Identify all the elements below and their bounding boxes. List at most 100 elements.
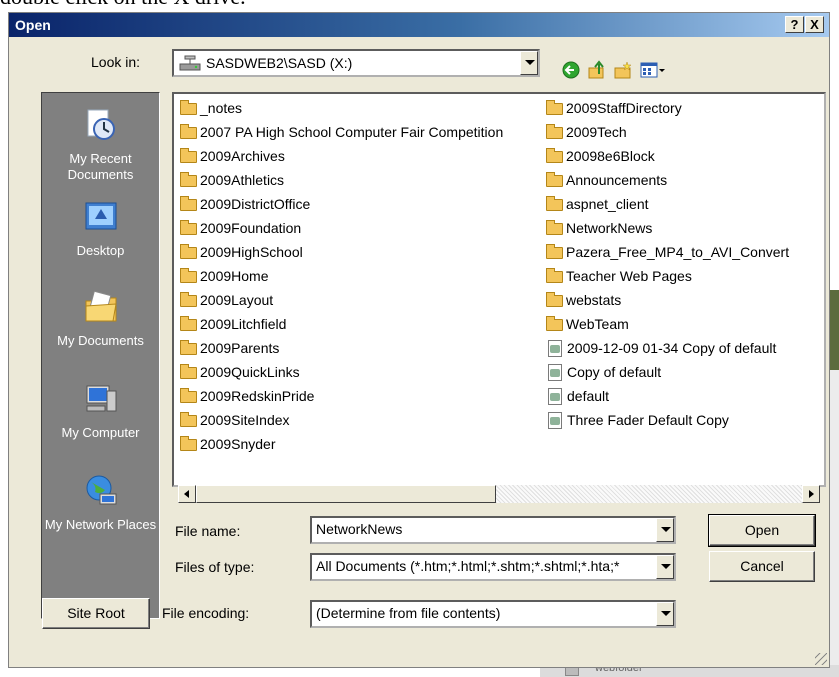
scroll-left-icon[interactable] bbox=[178, 485, 196, 503]
scrollbar-track[interactable] bbox=[496, 485, 802, 503]
list-item[interactable]: 2009SiteIndex bbox=[180, 410, 290, 430]
place-desktop[interactable]: Desktop bbox=[42, 199, 159, 259]
folder-icon bbox=[180, 388, 197, 403]
folder-icon bbox=[180, 316, 197, 331]
folder-icon bbox=[546, 220, 563, 235]
folder-icon bbox=[180, 340, 197, 355]
file-name-value: NetworkNews bbox=[316, 521, 403, 537]
folder-icon bbox=[180, 196, 197, 211]
file-encoding-value: (Determine from file contents) bbox=[316, 605, 501, 621]
up-folder-icon[interactable] bbox=[587, 60, 607, 80]
list-item[interactable]: Pazera_Free_MP4_to_AVI_Convert bbox=[546, 242, 822, 262]
place-label: My Network Places bbox=[44, 517, 157, 532]
horizontal-scrollbar[interactable] bbox=[178, 485, 820, 503]
place-label: Desktop bbox=[76, 243, 125, 258]
folder-icon bbox=[180, 244, 197, 259]
list-item[interactable]: WebTeam bbox=[546, 314, 629, 334]
list-item[interactable]: _notes bbox=[180, 98, 242, 118]
list-item[interactable]: webstats bbox=[546, 290, 621, 310]
list-item[interactable]: 20098e6Block bbox=[546, 146, 655, 166]
list-item[interactable]: 2009DistrictOffice bbox=[180, 194, 310, 214]
look-in-label: Look in: bbox=[91, 54, 141, 70]
list-item[interactable]: 2009RedskinPride bbox=[180, 386, 314, 406]
look-in-value: SASDWEB2\SASD (X:) bbox=[206, 55, 353, 71]
chevron-down-icon[interactable] bbox=[656, 518, 674, 542]
list-item[interactable]: 2009HighSchool bbox=[180, 242, 303, 262]
list-item[interactable]: 2009Archives bbox=[180, 146, 285, 166]
network-places-icon bbox=[86, 475, 116, 505]
list-item[interactable]: 2009QuickLinks bbox=[180, 362, 300, 382]
file-name-field[interactable]: NetworkNews bbox=[310, 516, 676, 544]
help-button[interactable]: ? bbox=[785, 16, 804, 33]
folder-icon bbox=[180, 268, 197, 283]
folder-icon bbox=[180, 292, 197, 307]
list-item[interactable]: NetworkNews bbox=[546, 218, 652, 238]
place-label: My Documents bbox=[57, 333, 144, 348]
list-item[interactable]: 2009Layout bbox=[180, 290, 273, 310]
folder-icon bbox=[180, 364, 197, 379]
file-encoding-dropdown[interactable]: (Determine from file contents) bbox=[310, 600, 676, 628]
html-document-icon bbox=[548, 364, 562, 381]
my-computer-icon bbox=[86, 385, 116, 412]
list-item[interactable]: 2009Snyder bbox=[180, 434, 276, 454]
desktop-icon bbox=[85, 202, 116, 230]
look-in-dropdown[interactable]: SASDWEB2\SASD (X:) bbox=[172, 49, 540, 77]
resize-grip[interactable] bbox=[815, 653, 827, 665]
dialog-title: Open bbox=[15, 17, 51, 33]
cancel-button[interactable]: Cancel bbox=[709, 551, 815, 582]
recent-documents-icon bbox=[87, 109, 115, 140]
list-item[interactable]: 2009Home bbox=[180, 266, 269, 286]
list-item[interactable]: 2009Litchfield bbox=[180, 314, 286, 334]
chevron-down-icon[interactable] bbox=[520, 51, 538, 75]
list-item[interactable]: 2009Foundation bbox=[180, 218, 301, 238]
folder-icon bbox=[546, 268, 563, 283]
folder-icon bbox=[546, 316, 563, 331]
list-item[interactable]: Announcements bbox=[546, 170, 667, 190]
my-documents-icon bbox=[85, 290, 117, 322]
close-button[interactable]: X bbox=[805, 16, 824, 33]
place-my-documents[interactable]: My Documents bbox=[42, 289, 159, 349]
chevron-down-icon[interactable] bbox=[656, 555, 674, 579]
place-my-recent-documents[interactable]: My Recent Documents bbox=[42, 107, 159, 183]
list-item[interactable]: Copy of default bbox=[546, 362, 661, 382]
file-name-label: File name: bbox=[175, 523, 241, 539]
list-item[interactable]: 2009StaffDirectory bbox=[546, 98, 682, 118]
list-item[interactable]: 2007 PA High School Computer Fair Compet… bbox=[180, 122, 503, 142]
folder-icon bbox=[546, 148, 563, 163]
open-button[interactable]: Open bbox=[708, 514, 816, 547]
html-document-icon bbox=[548, 412, 562, 429]
folder-icon bbox=[180, 124, 197, 139]
file-encoding-label: File encoding: bbox=[162, 605, 250, 621]
back-icon[interactable] bbox=[561, 60, 581, 80]
scroll-right-icon[interactable] bbox=[802, 485, 820, 503]
new-folder-icon[interactable] bbox=[613, 60, 633, 80]
list-item[interactable]: Teacher Web Pages bbox=[546, 266, 692, 286]
scrollbar-thumb[interactable] bbox=[196, 485, 496, 503]
folder-icon bbox=[180, 172, 197, 187]
place-my-network-places[interactable]: My Network Places bbox=[42, 473, 159, 533]
html-document-icon bbox=[548, 388, 562, 405]
place-label: My Computer bbox=[61, 425, 140, 440]
list-item[interactable]: 2009Athletics bbox=[180, 170, 284, 190]
title-bar[interactable]: Open ? X bbox=[9, 13, 829, 37]
files-of-type-dropdown[interactable]: All Documents (*.htm;*.html;*.shtm;*.sht… bbox=[310, 553, 676, 581]
place-my-computer[interactable]: My Computer bbox=[42, 381, 159, 441]
view-menu-icon[interactable] bbox=[639, 60, 667, 80]
folder-icon bbox=[546, 196, 563, 211]
places-bar: My Recent Documents Desktop My Documents bbox=[41, 92, 160, 619]
chevron-down-icon[interactable] bbox=[656, 602, 674, 626]
file-list[interactable]: _notes 2007 PA High School Computer Fair… bbox=[172, 92, 826, 487]
list-item[interactable]: aspnet_client bbox=[546, 194, 649, 214]
folder-icon bbox=[180, 100, 197, 115]
html-document-icon bbox=[548, 340, 562, 357]
list-item[interactable]: 2009-12-09 01-34 Copy of default bbox=[546, 338, 776, 358]
list-item[interactable]: Three Fader Default Copy bbox=[546, 410, 729, 430]
folder-icon bbox=[180, 148, 197, 163]
folder-icon bbox=[180, 436, 197, 451]
list-item[interactable]: 2009Tech bbox=[546, 122, 627, 142]
list-item[interactable]: default bbox=[546, 386, 609, 406]
site-root-button[interactable]: Site Root bbox=[42, 598, 150, 629]
folder-icon bbox=[546, 124, 563, 139]
folder-icon bbox=[180, 412, 197, 427]
list-item[interactable]: 2009Parents bbox=[180, 338, 279, 358]
